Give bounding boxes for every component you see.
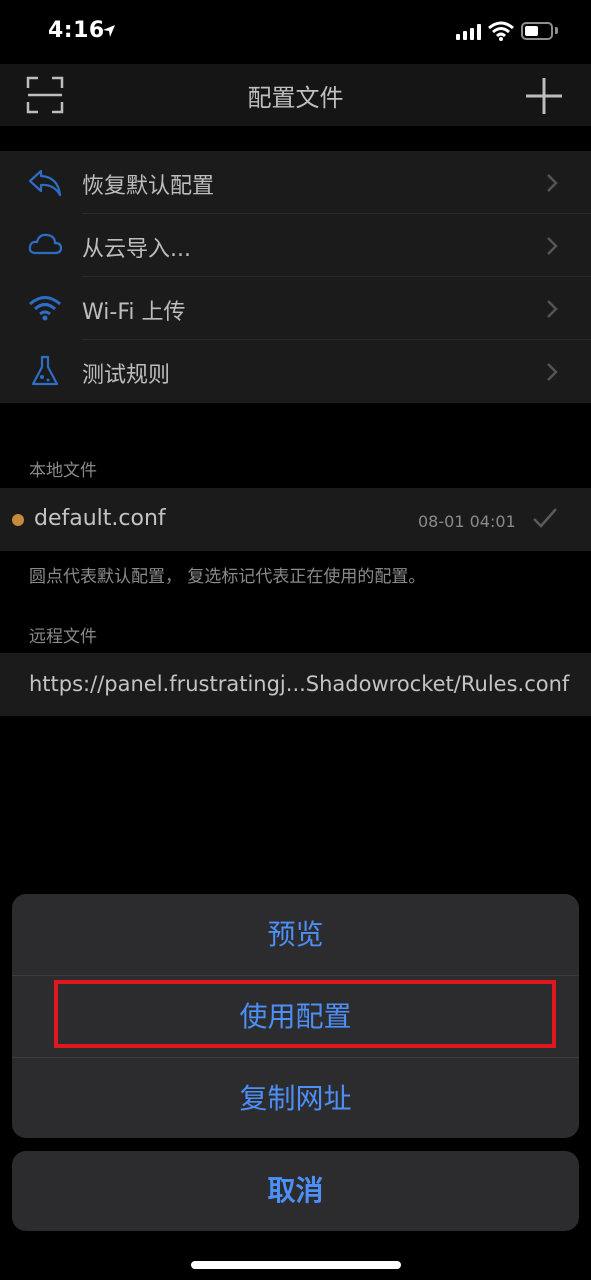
flask-icon: [31, 355, 59, 386]
chevron-right-icon: [547, 300, 558, 318]
menu-item-label: 恢复默认配置: [82, 174, 215, 199]
menu-item-label: 测试规则: [82, 363, 171, 388]
status-time: 4:16: [48, 18, 105, 43]
file-name: default.conf: [34, 506, 166, 531]
preview-button[interactable]: 预览: [12, 894, 579, 975]
status-bar: 4:16: [0, 0, 591, 64]
checkmark-icon: [533, 508, 557, 528]
copy-url-button[interactable]: 复制网址: [12, 1058, 579, 1138]
chevron-right-icon: [547, 174, 558, 192]
battery-tip: [555, 27, 558, 34]
battery-icon: [521, 22, 553, 40]
chevron-right-icon: [547, 363, 558, 381]
remote-file-row[interactable]: https://panel.frustratingj...Shadowrocke…: [0, 653, 591, 716]
cloud-icon: [28, 233, 63, 255]
menu-item-test-rules[interactable]: 测试规则: [0, 340, 591, 403]
menu-item-wifi-upload[interactable]: Wi-Fi 上传: [0, 277, 591, 340]
wifi-icon: [29, 296, 61, 321]
wifi-status-icon: [488, 21, 514, 41]
menu-item-label: 从云导入...: [82, 237, 191, 262]
page-title: 配置文件: [247, 84, 344, 112]
highlight-annotation: [54, 980, 556, 1048]
home-indicator: [191, 1261, 401, 1269]
footnote: 圆点代表默认配置， 复选标记代表正在使用的配置。: [29, 567, 426, 587]
local-file-row[interactable]: default.conf 08-01 04:01: [0, 488, 591, 551]
cellular-signal-icon: [456, 24, 481, 40]
chevron-right-icon: [547, 237, 558, 255]
location-arrow-icon: [103, 25, 115, 37]
menu-item-restore-default[interactable]: 恢复默认配置: [0, 151, 591, 214]
remote-files-header: 远程文件: [29, 627, 97, 647]
add-icon[interactable]: [524, 76, 564, 116]
remote-url: https://panel.frustratingj...Shadowrocke…: [29, 672, 570, 696]
cancel-button[interactable]: 取消: [12, 1151, 579, 1231]
menu-group: 恢复默认配置 从云导入... Wi-Fi 上传 测试规则: [0, 151, 591, 403]
default-config-dot: [12, 514, 24, 526]
local-files-header: 本地文件: [29, 461, 97, 481]
menu-item-label: Wi-Fi 上传: [82, 300, 186, 325]
navbar: 配置文件: [0, 64, 591, 126]
file-date: 08-01 04:01: [418, 512, 516, 531]
menu-item-import-from-cloud[interactable]: 从云导入...: [0, 214, 591, 277]
screen: 4:16 配置文件 恢复默认配置 从云导入... Wi-Fi 上传 测试规则 本…: [0, 0, 591, 1280]
undo-icon: [28, 169, 62, 197]
